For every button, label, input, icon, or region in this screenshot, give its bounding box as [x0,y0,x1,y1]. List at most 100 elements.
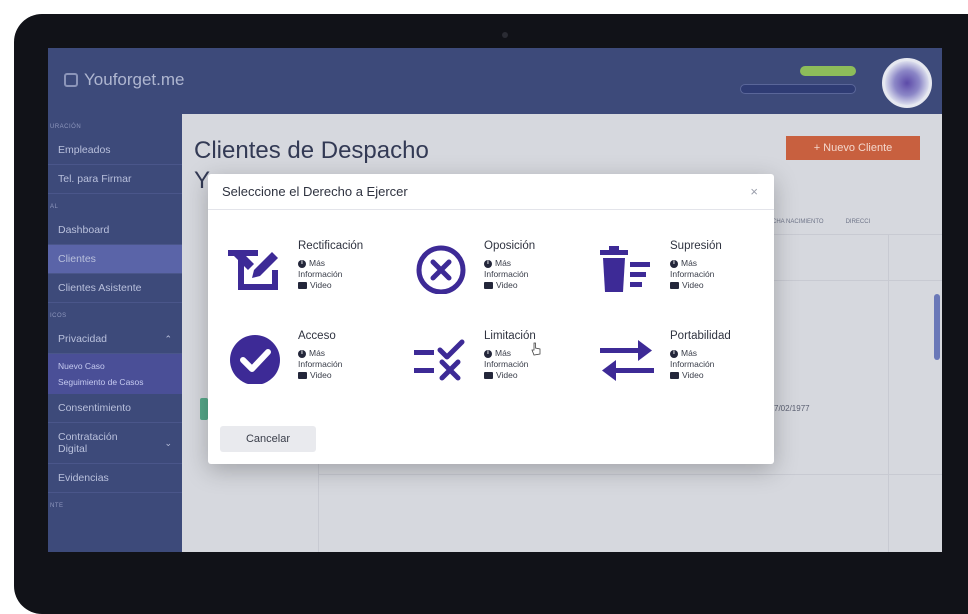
brand-name: Youforget.me [84,70,185,89]
sidebar-section-label: URACIÓN [50,124,82,130]
sidebar-item-evidencias[interactable]: Evidencias [48,464,182,493]
rights-modal: Seleccione el Derecho a Ejercer × Rectif… [208,174,774,464]
status-bar [740,84,856,94]
video-text: Video [496,370,518,380]
info-icon: i [670,349,678,358]
option-text: Portabilidad i Más Información Video [670,330,731,384]
option-text: Supresión i Más Información Video [670,240,722,294]
sidebar-item-label: Empleados [58,144,111,156]
info-icon: i [298,349,306,358]
sidebar-item-clientes[interactable]: Clientes [48,245,182,274]
sidebar-section-label: ICOS [50,313,67,319]
option-oposicion[interactable]: Oposición i Más Información Video [410,240,535,294]
video-link[interactable]: Video [484,280,535,291]
more-info-link-line2[interactable]: Información [670,269,722,280]
table-divider [318,474,942,475]
more-info-text: Más [495,258,512,268]
sidebar-item-clientes-asistente[interactable]: Clientes Asistente [48,274,182,303]
option-title: Oposición [484,240,536,252]
sidebar: URACIÓN Empleados Tel. para Firmar AL Da… [48,114,182,552]
video-icon [670,372,679,379]
check-circle-icon [230,335,280,384]
x-circle-icon [416,245,466,294]
sidebar-item-tel-firmar[interactable]: Tel. para Firmar [48,165,182,194]
privacidad-submenu: Nuevo Caso Seguimiento de Casos [48,354,182,394]
new-client-button[interactable]: + Nuevo Cliente [786,136,920,160]
sidebar-item-label: Privacidad [58,333,108,345]
page-title-line1: Clientes de Despacho [194,137,429,164]
top-bar: Youforget.me [48,48,942,114]
more-info-link-line2[interactable]: Información [670,359,731,370]
more-info-link-line2[interactable]: Información [484,359,536,370]
sidebar-item-dashboard[interactable]: Dashboard [48,216,182,245]
status-pill [800,66,856,76]
cancel-button[interactable]: Cancelar [220,426,316,452]
video-link[interactable]: Video [670,280,722,291]
sidebar-item-label: Dashboard [58,224,110,236]
info-icon: i [298,259,306,268]
option-title: Acceso [298,330,336,342]
info-icon: i [484,259,492,268]
sidebar-subitem-nuevo-caso[interactable]: Nuevo Caso [58,358,172,374]
more-info-link[interactable]: i Más [298,258,363,269]
more-info-link-line2[interactable]: Información [484,269,535,280]
more-info-text: Más [309,258,326,268]
option-portabilidad[interactable]: Portabilidad i Más Información Video [596,330,731,384]
video-text: Video [310,370,332,380]
column-header-address[interactable]: DIRECCI [846,219,871,225]
video-link[interactable]: Video [484,370,536,381]
more-info-link[interactable]: i Más [670,348,731,359]
video-icon [484,282,493,289]
sidebar-item-contratacion-digital[interactable]: Contratación Digital ⌄ [48,423,182,464]
sidebar-subitem-seguimiento[interactable]: Seguimiento de Casos [58,374,172,390]
avatar[interactable] [882,58,932,108]
more-info-text: Más [681,258,698,268]
table-cell-birthdate: 7/02/1977 [774,404,810,413]
table-divider [888,234,889,552]
option-text: Oposición i Más Información Video [484,240,535,294]
more-info-link-line2[interactable]: Información [298,269,363,280]
sidebar-item-label: Contratación Digital [58,431,118,455]
scrollbar-thumb[interactable] [934,294,940,360]
sidebar-item-consentimiento[interactable]: Consentimiento [48,394,182,423]
video-link[interactable]: Video [298,280,363,291]
sidebar-section-label: AL [50,204,59,210]
column-header-birthdate[interactable]: CHA NACIMIENTO [772,219,824,225]
more-info-link-line2[interactable]: Información [298,359,342,370]
sidebar-item-empleados[interactable]: Empleados [48,136,182,165]
sidebar-item-label: Clientes Asistente [58,282,142,294]
video-link[interactable]: Video [670,370,731,381]
more-info-link[interactable]: i Más [484,258,535,269]
option-title: Limitación [484,330,536,342]
video-icon [298,282,307,289]
video-text: Video [496,280,518,290]
more-info-link[interactable]: i Más [484,348,536,359]
video-text: Video [310,280,332,290]
close-icon[interactable]: × [750,184,758,199]
chevron-down-icon: ⌄ [164,437,172,448]
sidebar-item-privacidad[interactable]: Privacidad ⌃ [48,325,182,354]
option-title: Rectificación [298,240,364,252]
check-x-list-icon [414,339,465,381]
trash-icon [600,246,650,292]
info-icon: i [484,349,492,358]
option-acceso[interactable]: Acceso i Más Información Video [224,330,342,384]
more-info-link[interactable]: i Más [298,348,342,359]
video-link[interactable]: Video [298,370,342,381]
more-info-link[interactable]: i Más [670,258,722,269]
option-title: Supresión [670,240,722,252]
sidebar-item-label: Tel. para Firmar [58,173,132,185]
brand-logo[interactable]: Youforget.me [64,70,185,90]
info-icon: i [670,259,678,268]
option-title: Portabilidad [670,330,731,342]
more-info-text: Más [309,348,326,358]
more-info-text: Más [681,348,698,358]
option-text: Acceso i Más Información Video [298,330,342,384]
option-limitacion[interactable]: Limitación i Más Información Video [410,330,536,384]
modal-header: Seleccione el Derecho a Ejercer × [208,174,774,210]
sidebar-item-label: Evidencias [58,472,109,484]
modal-title: Seleccione el Derecho a Ejercer [222,184,408,199]
option-rectificacion[interactable]: Rectificación i Más Información Video [224,240,363,294]
video-text: Video [682,280,704,290]
option-supresion[interactable]: Supresión i Más Información Video [596,240,722,294]
